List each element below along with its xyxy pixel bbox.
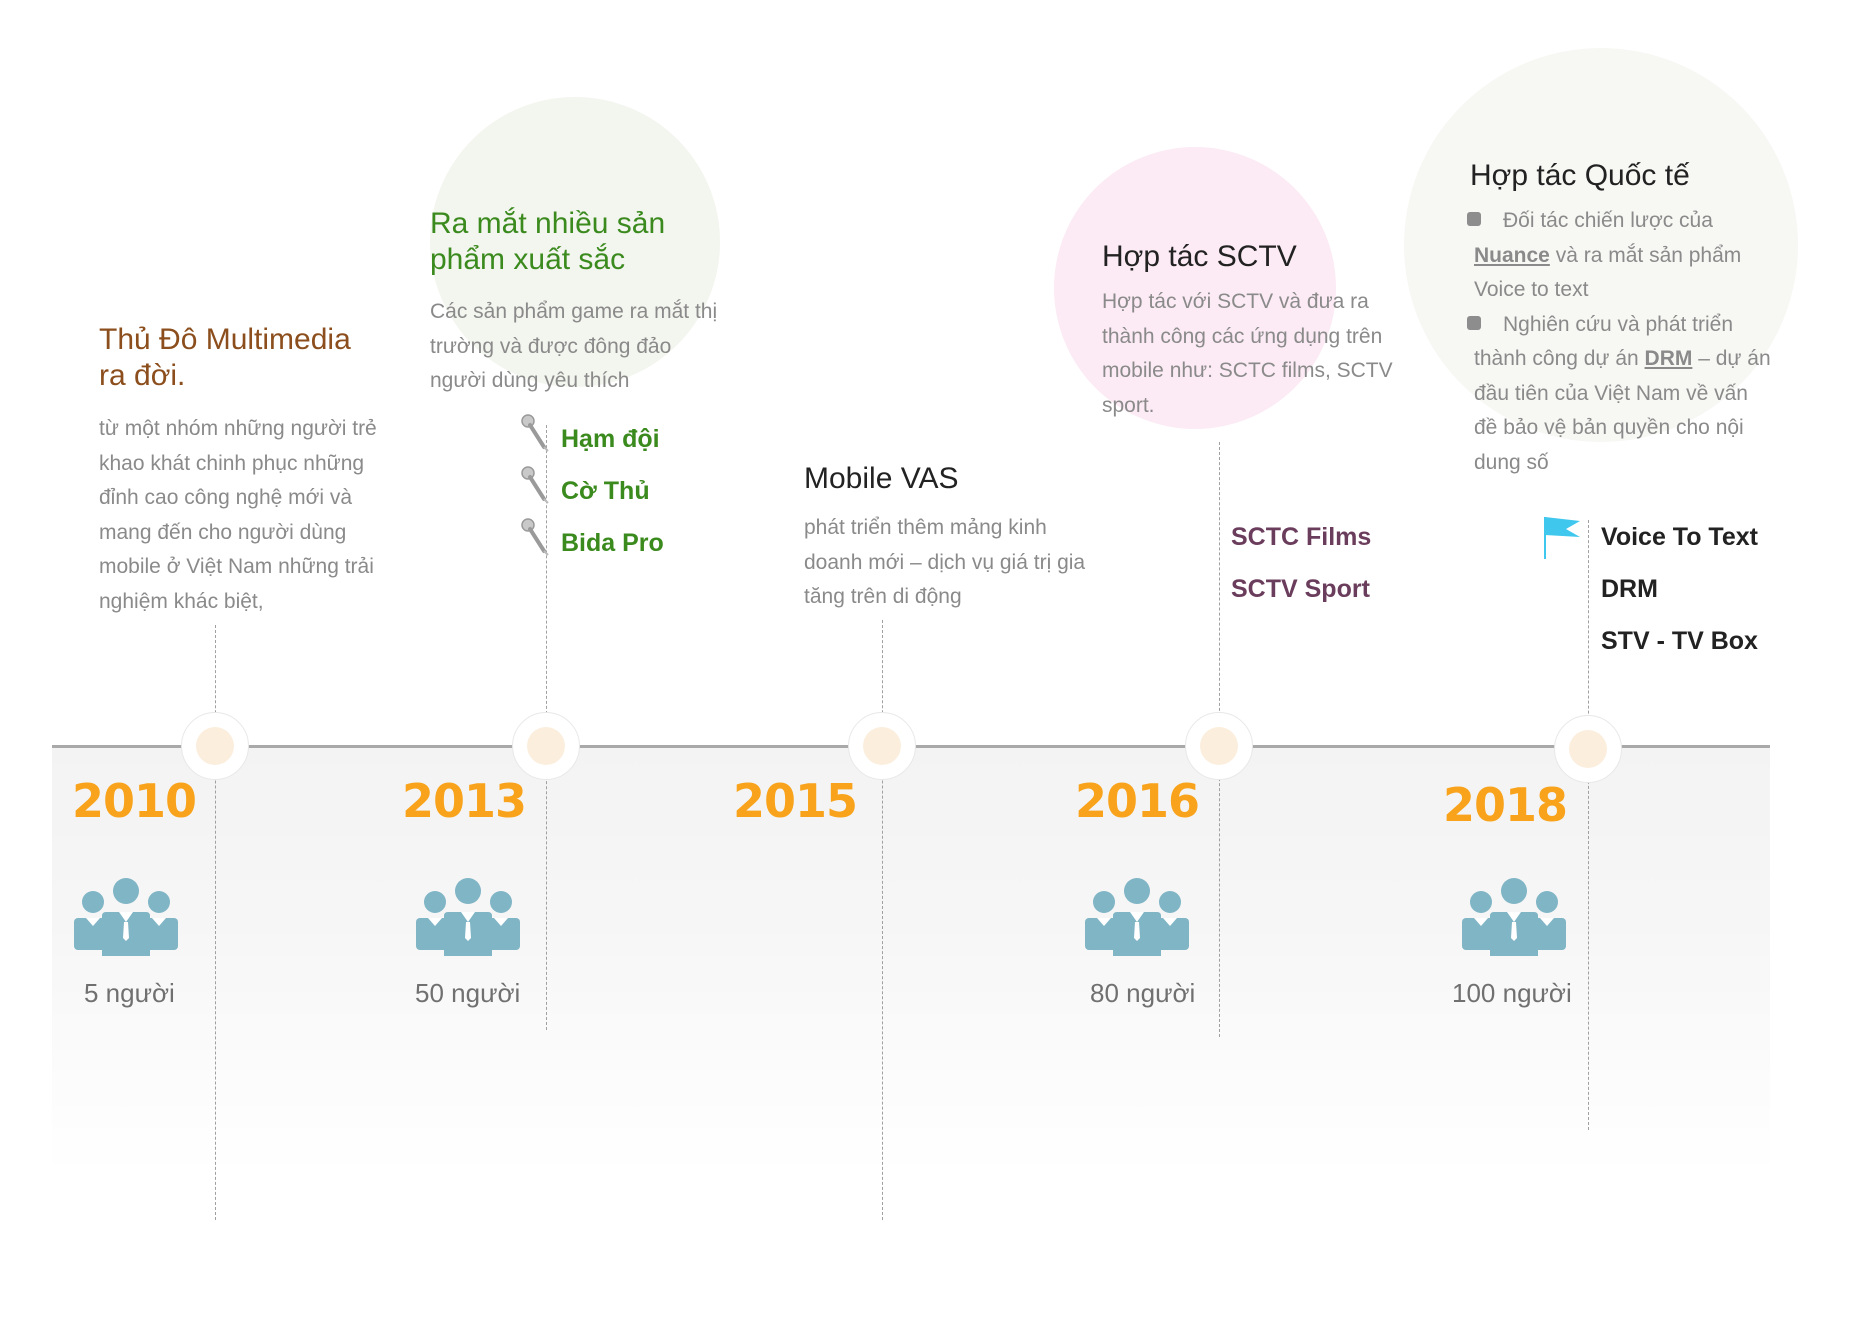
timeline-node-2016 — [1185, 712, 1253, 780]
milestone-2018-title: Hợp tác Quốc tế — [1470, 159, 1690, 192]
nuance-link[interactable]: Nuance — [1474, 244, 1550, 267]
product-co-thu: Cờ Thủ — [561, 477, 650, 505]
year-2015: 2015 — [733, 774, 858, 828]
product-voice-to-text: Voice To Text — [1601, 523, 1758, 551]
bullet-square-icon — [1467, 212, 1481, 226]
people-icon — [74, 878, 178, 956]
drm-link[interactable]: DRM — [1645, 347, 1693, 370]
pushpin-icon — [521, 518, 549, 556]
people-icon — [1085, 878, 1189, 956]
milestone-2013-description: Các sản phẩm game ra mắt thị trường và đ… — [430, 300, 718, 392]
milestone-2015-description: phát triển thêm mảng kinh doanh mới – dị… — [804, 516, 1086, 608]
bullet-nuance: Đối tác chiến lược của Nuance và ra mắt … — [1467, 204, 1774, 308]
bullet-drm: Nghiên cứu và phát triển thành công dự á… — [1467, 308, 1774, 481]
headcount-2016: 80 người — [1090, 978, 1196, 1008]
milestone-2010-title: Thủ Đô Multimedia ra đời. — [99, 323, 351, 392]
people-icon — [416, 878, 520, 956]
milestone-2018-bullets: Đối tác chiến lược của Nuance và ra mắt … — [1467, 204, 1774, 481]
year-2010: 2010 — [72, 774, 197, 828]
product-sctc-films: SCTC Films — [1231, 523, 1372, 551]
milestone-2013-title: Ra mắt nhiều sản phẩm xuất sắc — [430, 207, 666, 276]
bullet-square-icon — [1467, 315, 1481, 330]
year-2018: 2018 — [1443, 778, 1568, 832]
headcount-2010: 5 người — [84, 978, 175, 1008]
pushpin-icon — [521, 466, 549, 504]
connector-2015 — [882, 620, 883, 1220]
headcount-2013: 50 người — [415, 978, 521, 1008]
product-drm: DRM — [1601, 575, 1658, 603]
milestone-2010-description: từ một nhóm những người trẻ khao khát ch… — [99, 417, 377, 613]
headcount-2018: 100 người — [1452, 978, 1572, 1008]
timeline-node-2010 — [181, 712, 249, 780]
milestone-2016-title: Hợp tác SCTV — [1102, 240, 1297, 273]
product-bida-pro: Bida Pro — [561, 529, 664, 557]
milestone-2015-title: Mobile VAS — [804, 462, 959, 495]
timeline-node-2013 — [512, 712, 580, 780]
year-2016: 2016 — [1075, 774, 1200, 828]
timeline-node-2015 — [848, 712, 916, 780]
pushpin-icon — [521, 414, 549, 452]
product-ham-doi: Hạm đội — [561, 425, 660, 453]
people-icon — [1462, 878, 1566, 956]
product-sctv-sport: SCTV Sport — [1231, 575, 1370, 603]
product-stv-tv-box: STV - TV Box — [1601, 627, 1758, 655]
timeline-node-2018 — [1554, 715, 1622, 783]
connector-2018 — [1588, 520, 1589, 1130]
flag-icon — [1544, 517, 1580, 559]
year-2013: 2013 — [402, 774, 527, 828]
milestone-2016-description: Hợp tác với SCTV và đưa ra thành công cá… — [1102, 290, 1393, 417]
